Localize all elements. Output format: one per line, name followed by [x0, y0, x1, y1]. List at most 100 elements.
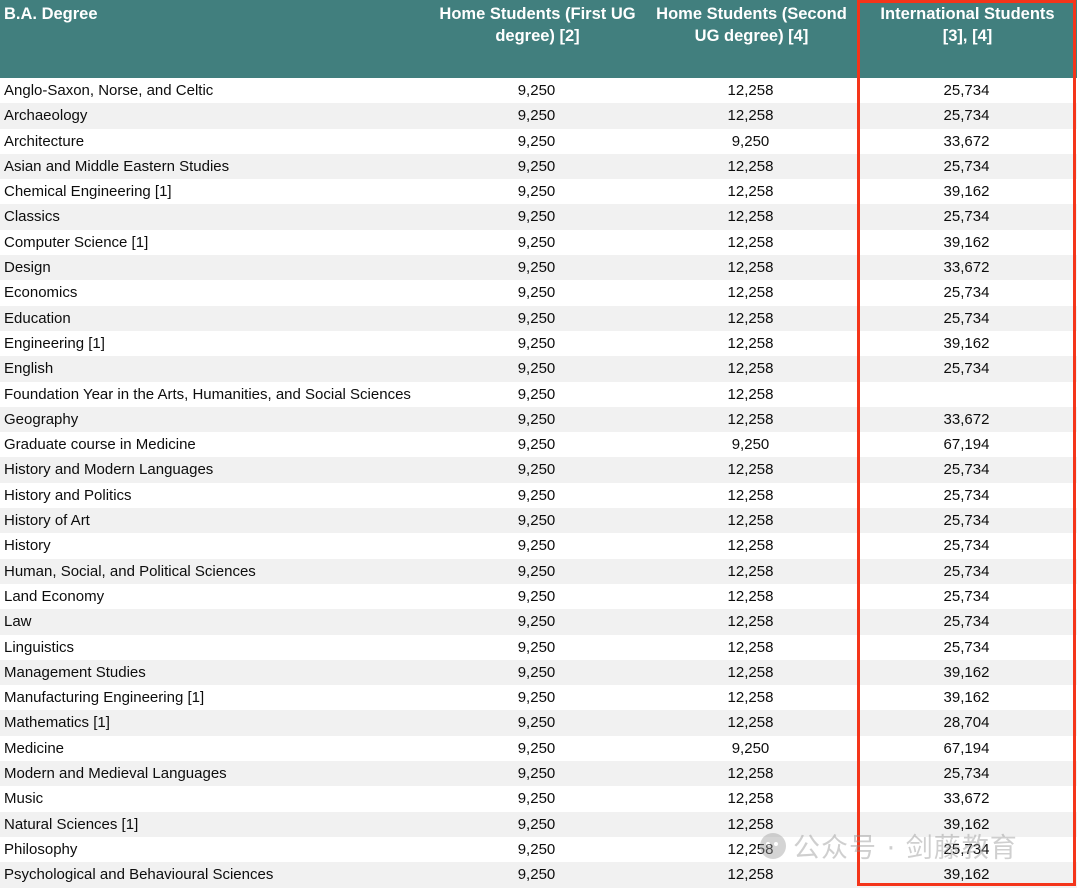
table-row[interactable]: Engineering [1] 9,250 12,258 39,162 — [0, 330, 1077, 357]
table-row[interactable]: Modern and Medieval Languages 9,250 12,258… — [0, 761, 1077, 787]
cell-home_first: 9,250 — [430, 659, 645, 686]
table-row[interactable]: Natural Sciences [1] 9,250 12,258 39,162 — [0, 811, 1077, 837]
table-row[interactable]: Medicine 9,250 9,250 67,194 — [0, 735, 1077, 762]
cell-international: 67,194 — [858, 432, 1077, 458]
cell-home_second: 12,258 — [645, 229, 858, 256]
table-row[interactable]: English 9,250 12,258 25,734 — [0, 356, 1077, 382]
table-row[interactable]: Philosophy 9,250 12,258 25,734 — [0, 836, 1077, 863]
cell-degree: Computer Science [1] — [0, 229, 430, 256]
cell-home_first: 9,250 — [430, 153, 645, 180]
cell-international: 39,162 — [858, 179, 1077, 205]
cell-home_first: 9,250 — [430, 305, 645, 331]
table-row[interactable]: Geography 9,250 12,258 33,672 — [0, 406, 1077, 433]
cell-home_first: 9,250 — [430, 811, 645, 837]
cell-home_second: 12,258 — [645, 305, 858, 331]
cell-international: 39,162 — [858, 862, 1077, 888]
cell-international: 25,734 — [858, 356, 1077, 382]
table-row[interactable]: Education 9,250 12,258 25,734 — [0, 305, 1077, 331]
table-row[interactable]: History and Politics 9,250 12,258 25,734 — [0, 482, 1077, 509]
cell-home_second: 9,250 — [645, 432, 858, 458]
cell-home_second: 12,258 — [645, 533, 858, 559]
cell-international — [858, 381, 1077, 407]
cell-home_second: 12,258 — [645, 558, 858, 584]
cell-home_second: 12,258 — [645, 179, 858, 205]
table-row[interactable]: History 9,250 12,258 25,734 — [0, 533, 1077, 559]
cell-home_first: 9,250 — [430, 179, 645, 205]
cell-home_first: 9,250 — [430, 761, 645, 787]
table-row[interactable]: Land Economy 9,250 12,258 25,734 — [0, 583, 1077, 610]
cell-international: 25,734 — [858, 78, 1077, 104]
cell-degree: Modern and Medieval Languages — [0, 761, 430, 787]
cell-home_second: 12,258 — [645, 634, 858, 660]
table-row[interactable]: Law 9,250 12,258 25,734 — [0, 609, 1077, 635]
table-row[interactable]: Theology for Ministry (BTh)9,25012,25825… — [0, 887, 1077, 894]
table-row[interactable]: Psychological and Behavioural Sciences 9,… — [0, 862, 1077, 888]
cell-home_second: 12,258 — [645, 381, 858, 407]
cell-home_second: 12,258 — [645, 204, 858, 230]
cell-degree: Linguistics — [0, 634, 430, 660]
cell-home_first: 9,250 — [430, 482, 645, 509]
cell-home_second: 9,250 — [645, 735, 858, 762]
table-row[interactable]: Archaeology 9,250 12,258 25,734 — [0, 103, 1077, 129]
table-row[interactable]: Mathematics [1] 9,250 12,258 28,704 — [0, 710, 1077, 736]
table-row[interactable]: Chemical Engineering [1] 9,250 12,258 39,16… — [0, 179, 1077, 205]
cell-degree: Music — [0, 786, 430, 812]
table-row[interactable]: Manufacturing Engineering [1] 9,250 12,258… — [0, 685, 1077, 711]
cell-degree: Management Studies — [0, 659, 430, 686]
cell-home_second: 12,258 — [645, 761, 858, 787]
table-row[interactable]: Foundation Year in the Arts, Humanities,… — [0, 381, 1077, 407]
column-header-degree[interactable]: B.A. Degree — [0, 0, 430, 78]
cell-home_second: 12,258 — [645, 78, 858, 104]
table-row[interactable]: Asian and Middle Eastern Studies 9,250 12,… — [0, 153, 1077, 180]
table-row[interactable]: History of Art 9,250 12,258 25,734 — [0, 508, 1077, 534]
column-header-home-students-first[interactable]: Home Students (First UG degree) [2] — [430, 0, 645, 78]
cell-degree: Natural Sciences [1] — [0, 811, 430, 837]
cell-international: 33,672 — [858, 128, 1077, 154]
cell-home_second: 12,258 — [645, 811, 858, 837]
cell-international: 25,734 — [858, 887, 1077, 894]
table-header-row: B.A. Degree Home Students (First UG degr… — [0, 0, 1077, 78]
table-row[interactable]: Anglo-Saxon, Norse, and Celtic 9,250 12,25… — [0, 78, 1077, 104]
cell-international: 25,734 — [858, 533, 1077, 559]
cell-home_first: 9,250 — [430, 128, 645, 154]
table-row[interactable]: Music 9,250 12,258 33,672 — [0, 786, 1077, 812]
table-row[interactable]: Management Studies 9,250 12,258 39,162 — [0, 659, 1077, 686]
cell-international: 39,162 — [858, 811, 1077, 837]
table-row[interactable]: Architecture 9,250 9,250 33,672 — [0, 128, 1077, 154]
table-row[interactable]: Human, Social, and Political Sciences 9,2… — [0, 558, 1077, 584]
table-row[interactable]: Computer Science [1] 9,250 12,258 39,162 — [0, 229, 1077, 256]
cell-degree: History of Art — [0, 508, 430, 534]
cell-home_second: 12,258 — [645, 356, 858, 382]
cell-international: 25,734 — [858, 761, 1077, 787]
cell-home_first: 9,250 — [430, 330, 645, 357]
cell-international: 25,734 — [858, 204, 1077, 230]
cell-international: 25,734 — [858, 634, 1077, 660]
cell-home_second: 12,258 — [645, 330, 858, 357]
cell-home_second: 12,258 — [645, 786, 858, 812]
cell-home_first: 9,250 — [430, 356, 645, 382]
table-header: B.A. Degree Home Students (First UG degr… — [0, 0, 1077, 78]
column-header-international-students[interactable]: International Students [3], [4] — [858, 0, 1077, 78]
cell-home_first: 9,250 — [430, 558, 645, 584]
cell-home_second: 12,258 — [645, 887, 858, 894]
column-header-home-students-second[interactable]: Home Students (Second UG degree) [4] — [645, 0, 858, 78]
cell-degree: Asian and Middle Eastern Studies — [0, 153, 430, 180]
cell-international: 39,162 — [858, 229, 1077, 256]
table-row[interactable]: Design 9,250 12,258 33,672 — [0, 255, 1077, 281]
cell-degree: Philosophy — [0, 836, 430, 863]
cell-home_first: 9,250 — [430, 255, 645, 281]
cell-home_first: 9,250 — [430, 862, 645, 888]
table-row[interactable]: Graduate course in Medicine 9,250 9,250 67,… — [0, 432, 1077, 458]
cell-home_second: 12,258 — [645, 609, 858, 635]
table-row[interactable]: Linguistics 9,250 12,258 25,734 — [0, 634, 1077, 660]
table-row[interactable]: History and Modern Languages 9,250 12,258 2… — [0, 457, 1077, 483]
table-row[interactable]: Economics 9,250 12,258 25,734 — [0, 280, 1077, 306]
cell-home_first: 9,250 — [430, 432, 645, 458]
cell-home_second: 12,258 — [645, 583, 858, 610]
cell-home_first: 9,250 — [430, 508, 645, 534]
cell-home_second: 12,258 — [645, 255, 858, 281]
cell-degree: Human, Social, and Political Sciences — [0, 558, 430, 584]
table-row[interactable]: Classics 9,250 12,258 25,734 — [0, 204, 1077, 230]
cell-international: 33,672 — [858, 406, 1077, 433]
cell-home_first: 9,250 — [430, 457, 645, 483]
